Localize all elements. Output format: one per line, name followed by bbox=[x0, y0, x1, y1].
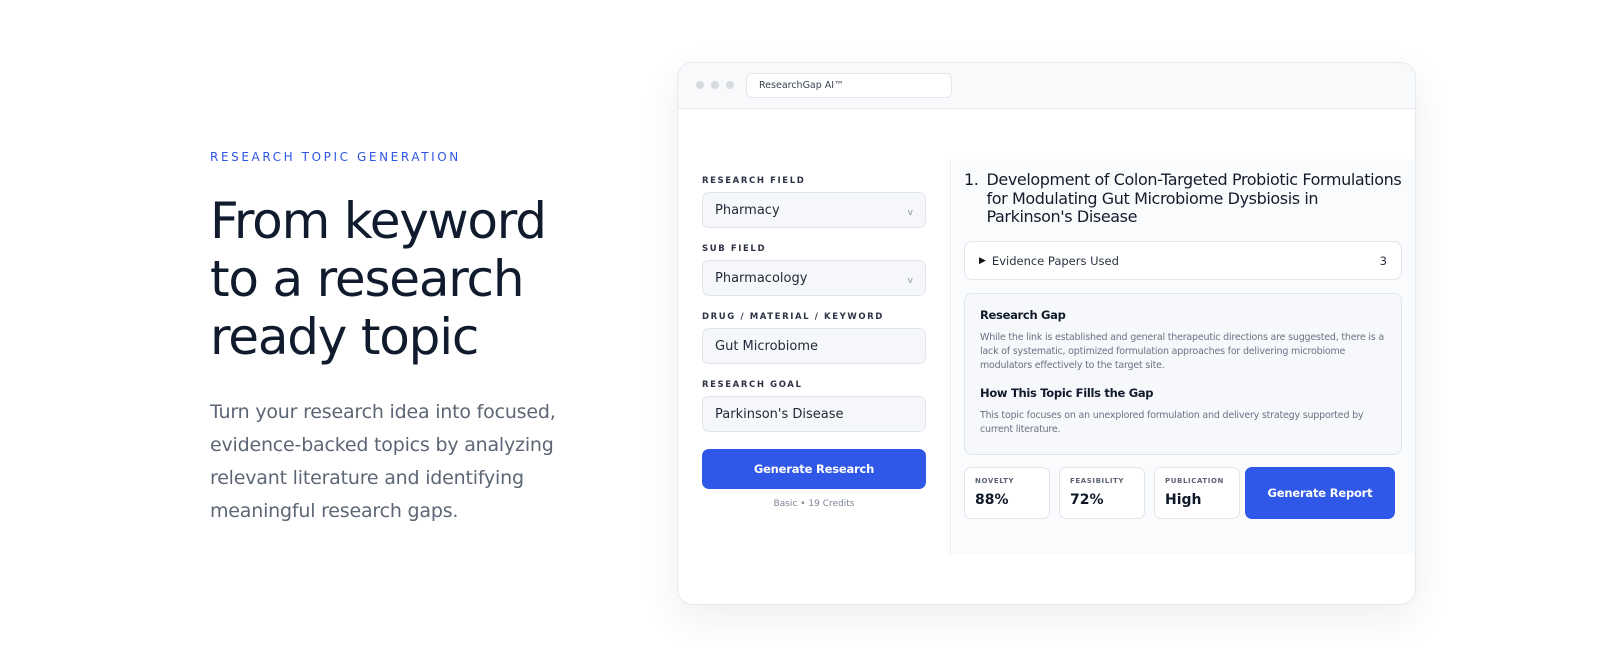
generate-research-button[interactable]: Generate Research bbox=[702, 449, 926, 489]
triangle-right-icon: ▶ bbox=[979, 255, 986, 266]
window-controls bbox=[696, 81, 734, 89]
sub-field-label: SUB FIELD bbox=[702, 244, 767, 254]
metric-value: 72% bbox=[1070, 492, 1104, 508]
research-goal-input[interactable]: Parkinson's Disease bbox=[702, 396, 926, 432]
metric-publication: PUBLICATION High bbox=[1154, 467, 1240, 519]
generate-report-button[interactable]: Generate Report bbox=[1245, 467, 1395, 519]
lead-line: Turn your research idea into focused, bbox=[210, 401, 556, 423]
browser-window: ResearchGap AI™ RESEARCH FIELD Pharmacy … bbox=[677, 62, 1416, 605]
headline: From keyword to a research ready topic bbox=[210, 192, 590, 366]
evidence-count: 3 bbox=[1379, 253, 1387, 268]
chevron-down-icon: v bbox=[907, 208, 913, 218]
window-dot-icon bbox=[726, 81, 734, 89]
research-gap-text: While the link is established and genera… bbox=[980, 332, 1384, 371]
keyword-value: Gut Microbiome bbox=[715, 338, 819, 354]
metric-value: High bbox=[1165, 492, 1202, 508]
evidence-label: Evidence Papers Used bbox=[991, 253, 1119, 268]
lead-line: meaningful research gaps. bbox=[210, 500, 459, 522]
research-goal-label: RESEARCH GOAL bbox=[702, 380, 803, 390]
headline-line: ready topic bbox=[210, 308, 479, 366]
sub-field-value: Pharmacology bbox=[715, 270, 808, 286]
credits-label: Basic • 19 Credits bbox=[773, 499, 855, 509]
headline-line: to a research bbox=[210, 250, 525, 308]
fills-gap-heading: How This Topic Fills the Gap bbox=[980, 386, 1154, 400]
browser-chrome: ResearchGap AI™ bbox=[678, 63, 1415, 109]
lead-line: evidence-backed topics by analyzing bbox=[210, 434, 554, 456]
metric-label: NOVELTY bbox=[975, 477, 1015, 485]
research-field-label: RESEARCH FIELD bbox=[702, 176, 806, 186]
chevron-down-icon: v bbox=[907, 276, 913, 286]
lead-line: relevant literature and identifying bbox=[210, 467, 524, 489]
column-divider bbox=[950, 159, 951, 554]
sub-field-select[interactable]: Pharmacology v bbox=[702, 260, 926, 296]
keyword-input[interactable]: Gut Microbiome bbox=[702, 328, 926, 364]
evidence-label-group: ▶ Evidence Papers Used bbox=[979, 254, 1119, 268]
metric-feasibility: FEASIBILITY 72% bbox=[1059, 467, 1145, 519]
window-dot-icon bbox=[696, 81, 704, 89]
metric-label: PUBLICATION bbox=[1165, 477, 1225, 485]
metrics-row: NOVELTY 88% FEASIBILITY 72% PUBLICATION … bbox=[964, 467, 1240, 519]
research-field-select[interactable]: Pharmacy v bbox=[702, 192, 926, 228]
lead-paragraph: Turn your research idea into focused, ev… bbox=[210, 396, 590, 528]
headline-line: From keyword bbox=[210, 192, 547, 250]
topic-number: 1. bbox=[964, 170, 979, 189]
metric-novelty: NOVELTY 88% bbox=[964, 467, 1050, 519]
eyebrow-label: RESEARCH TOPIC GENERATION bbox=[210, 150, 461, 164]
window-dot-icon bbox=[711, 81, 719, 89]
result-panel: 1. Development of Colon-Targeted Probiot… bbox=[950, 159, 1415, 554]
hero-section: RESEARCH TOPIC GENERATION From keyword t… bbox=[210, 150, 590, 528]
fills-gap-text: This topic focuses on an unexplored form… bbox=[980, 410, 1364, 435]
research-gap-card: Research Gap While the link is establish… bbox=[964, 293, 1402, 455]
topic-title-text: Development of Colon-Targeted Probiotic … bbox=[986, 170, 1402, 226]
app-content: RESEARCH FIELD Pharmacy v SUB FIELD Phar… bbox=[678, 109, 1415, 604]
research-gap-heading: Research Gap bbox=[980, 308, 1066, 322]
topic-title: 1. Development of Colon-Targeted Probiot… bbox=[964, 170, 1404, 227]
metric-label: FEASIBILITY bbox=[1070, 477, 1125, 485]
research-form: RESEARCH FIELD Pharmacy v SUB FIELD Phar… bbox=[702, 176, 926, 509]
research-goal-value: Parkinson's Disease bbox=[715, 406, 844, 422]
url-bar[interactable]: ResearchGap AI™ bbox=[746, 73, 952, 98]
metric-value: 88% bbox=[975, 492, 1009, 508]
keyword-label: DRUG / MATERIAL / KEYWORD bbox=[702, 312, 884, 322]
research-field-value: Pharmacy bbox=[715, 202, 780, 218]
evidence-papers-toggle[interactable]: ▶ Evidence Papers Used 3 bbox=[964, 241, 1402, 280]
